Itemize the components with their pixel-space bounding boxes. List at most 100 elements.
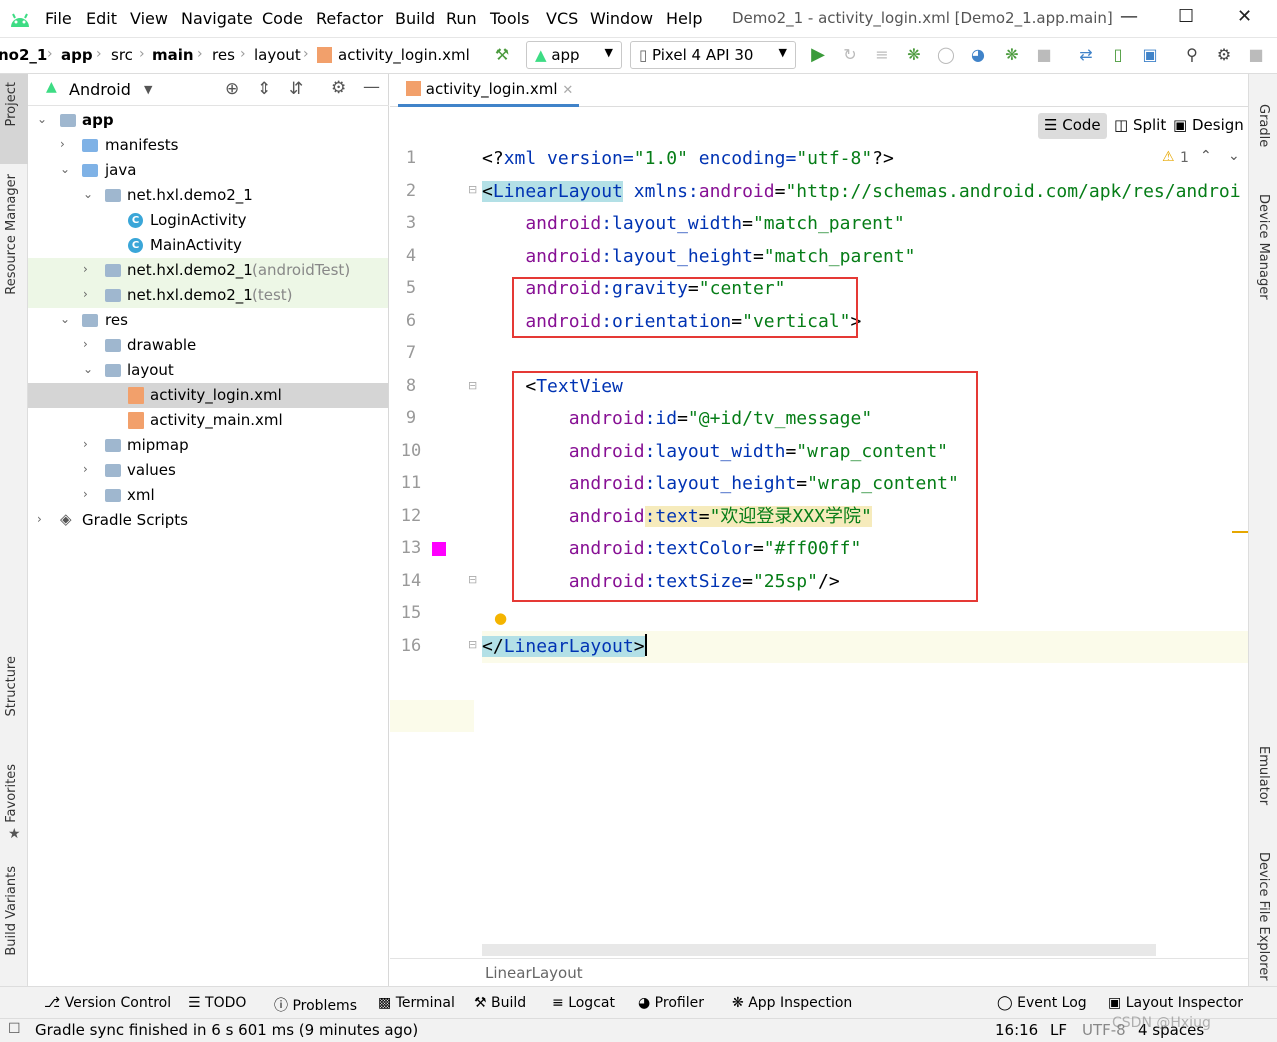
close-window-button[interactable]: ✕ <box>1237 6 1252 27</box>
stop-icon[interactable]: ■ <box>1034 45 1054 65</box>
tool-todo[interactable]: ☰ TODO <box>188 995 246 1011</box>
horizontal-scrollbar[interactable] <box>482 944 1156 956</box>
tree-item-drawable[interactable]: › drawable <box>28 333 388 358</box>
tool-layout-inspector[interactable]: ▣ Layout Inspector <box>1108 995 1243 1011</box>
view-split-button[interactable]: ◫ Split <box>1108 113 1172 139</box>
breadcrumb-layout[interactable]: layout <box>254 46 301 64</box>
tree-item-package-androidtest[interactable]: › net.hxl.demo2_1 (androidTest) <box>28 258 388 283</box>
menu-build[interactable]: Build <box>395 9 435 28</box>
editor-tab-activity-login[interactable]: activity_login.xml ✕ <box>398 74 580 107</box>
tree-item-xml[interactable]: › xml <box>28 483 388 508</box>
collapse-all-icon[interactable]: ⇵ <box>289 79 303 99</box>
gear-icon[interactable]: ⚙ <box>1214 45 1234 65</box>
debug-icon[interactable]: ❋ <box>904 45 924 65</box>
breadcrumb-project[interactable]: no2_1 <box>0 46 47 64</box>
caret-position[interactable]: 16:16 <box>995 1021 1038 1039</box>
chevron-down-icon[interactable]: ⌄ <box>83 362 93 376</box>
chevron-right-icon[interactable]: › <box>83 462 88 476</box>
color-swatch-icon[interactable] <box>432 542 446 556</box>
tree-item-main-activity[interactable]: C MainActivity <box>28 233 388 258</box>
tree-item-app[interactable]: ⌄ app <box>28 108 388 133</box>
device-select[interactable]: ▯ Pixel 4 API 30 ▼ <box>630 41 796 69</box>
chevron-down-icon[interactable]: ⌄ <box>1228 148 1240 164</box>
fold-icon[interactable]: ⊟ <box>468 183 477 196</box>
chevron-down-icon[interactable]: ⌄ <box>83 187 93 201</box>
tab-favorites[interactable]: Favorites <box>4 764 19 823</box>
fold-icon[interactable]: ⊟ <box>468 638 477 651</box>
menu-navigate[interactable]: Navigate <box>181 9 253 28</box>
tree-item-manifests[interactable]: › manifests <box>28 133 388 158</box>
tool-app-inspection[interactable]: ❋ App Inspection <box>732 995 852 1011</box>
apply-changes-icon[interactable]: ≡ <box>872 45 892 65</box>
avatar-icon[interactable]: ■ <box>1246 45 1266 65</box>
tree-item-package-test[interactable]: › net.hxl.demo2_1 (test) <box>28 283 388 308</box>
tab-build-variants[interactable]: Build Variants <box>4 866 19 956</box>
chevron-down-icon[interactable]: ⌄ <box>60 312 70 326</box>
project-view-selector[interactable]: Android <box>69 80 131 99</box>
tool-build[interactable]: ⚒ Build <box>474 995 526 1011</box>
debug-attach-icon[interactable]: ❋ <box>1002 45 1022 65</box>
tab-project[interactable]: Project <box>4 82 19 126</box>
tab-device-file-explorer[interactable]: Device File Explorer <box>1256 852 1271 981</box>
tool-problems[interactable]: ⓘ Problems <box>274 995 357 1015</box>
status-message[interactable]: Gradle sync finished in 6 s 601 ms (9 mi… <box>35 1021 418 1039</box>
chevron-right-icon[interactable]: › <box>83 262 88 276</box>
expand-all-icon[interactable]: ⇕ <box>257 79 271 99</box>
tree-item-activity-login[interactable]: activity_login.xml <box>28 383 388 408</box>
profile-icon[interactable]: ◕ <box>968 45 988 65</box>
breadcrumb-res[interactable]: res <box>212 46 235 64</box>
chevron-right-icon[interactable]: › <box>83 287 88 301</box>
locate-icon[interactable]: ⊕ <box>225 79 239 99</box>
tree-item-package[interactable]: ⌄ net.hxl.demo2_1 <box>28 183 388 208</box>
breadcrumb-file[interactable]: activity_login.xml <box>338 46 470 64</box>
chevron-right-icon[interactable]: › <box>60 137 65 151</box>
chevron-down-icon[interactable]: ▼ <box>144 83 152 96</box>
tree-item-layout[interactable]: ⌄ layout <box>28 358 388 383</box>
breadcrumb-app[interactable]: app <box>61 46 93 64</box>
menu-help[interactable]: Help <box>666 9 702 28</box>
hide-icon[interactable]: — <box>363 77 380 97</box>
gear-icon[interactable]: ⚙ <box>331 78 346 98</box>
maximize-button[interactable]: ☐ <box>1178 6 1194 27</box>
tree-item-gradle-scripts[interactable]: › ◈ Gradle Scripts <box>28 508 388 533</box>
hammer-icon[interactable]: ⚒ <box>492 45 512 65</box>
status-toggle-icon[interactable]: ☐ <box>8 1021 21 1037</box>
fold-icon[interactable]: ⊟ <box>468 379 477 392</box>
menu-edit[interactable]: Edit <box>86 9 117 28</box>
tab-emulator[interactable]: Emulator <box>1256 746 1271 805</box>
chevron-down-icon[interactable]: ⌄ <box>37 112 47 126</box>
tool-terminal[interactable]: ▩ Terminal <box>378 995 455 1011</box>
tool-version-control[interactable]: ⎇ Version Control <box>44 995 171 1011</box>
chevron-right-icon[interactable]: › <box>83 487 88 501</box>
editor-breadcrumb[interactable]: LinearLayout <box>485 964 583 982</box>
sync-gradle-icon[interactable]: ⇄ <box>1076 45 1096 65</box>
sdk-manager-icon[interactable]: ▣ <box>1140 45 1160 65</box>
run-icon[interactable]: ▶ <box>808 45 828 65</box>
chevron-up-icon[interactable]: ⌃ <box>1200 148 1212 164</box>
tree-item-java[interactable]: ⌄ java <box>28 158 388 183</box>
menu-refactor[interactable]: Refactor <box>316 9 383 28</box>
menu-code[interactable]: Code <box>262 9 303 28</box>
tab-device-manager[interactable]: Device Manager <box>1256 194 1271 300</box>
chevron-right-icon[interactable]: › <box>83 337 88 351</box>
tree-item-values[interactable]: › values <box>28 458 388 483</box>
menu-view[interactable]: View <box>130 9 168 28</box>
tree-item-activity-main[interactable]: activity_main.xml <box>28 408 388 433</box>
tab-structure[interactable]: Structure <box>4 656 19 716</box>
view-code-button[interactable]: ☰ Code <box>1038 113 1107 139</box>
chevron-right-icon[interactable]: › <box>83 437 88 451</box>
breadcrumb-src[interactable]: src <box>111 46 133 64</box>
run-config-select[interactable]: ▲ app ▼ <box>526 41 622 69</box>
tree-item-res[interactable]: ⌄ res <box>28 308 388 333</box>
chevron-down-icon[interactable]: ⌄ <box>60 162 70 176</box>
tool-event-log[interactable]: ◯ Event Log <box>997 995 1087 1011</box>
minimize-button[interactable]: — <box>1120 6 1138 27</box>
view-design-button[interactable]: ▣ Design <box>1167 113 1250 139</box>
menu-run[interactable]: Run <box>446 9 477 28</box>
tab-gradle[interactable]: Gradle <box>1256 104 1271 147</box>
tool-logcat[interactable]: ≡ Logcat <box>552 995 615 1011</box>
menu-window[interactable]: Window <box>590 9 653 28</box>
menu-tools[interactable]: Tools <box>490 9 529 28</box>
menu-vcs[interactable]: VCS <box>546 9 578 28</box>
tab-resource-manager[interactable]: Resource Manager <box>4 174 19 295</box>
